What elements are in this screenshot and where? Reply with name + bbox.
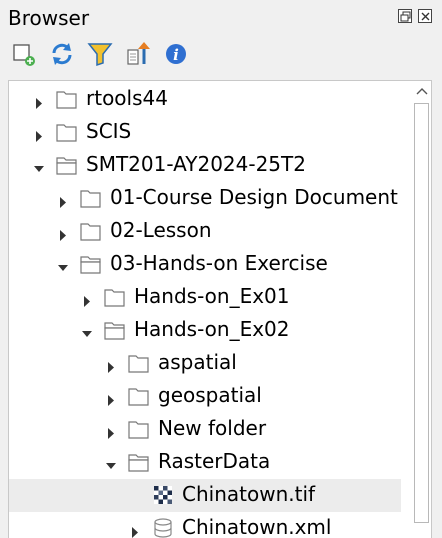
tree-item[interactable]: SCIS bbox=[9, 116, 401, 149]
float-panel-button[interactable] bbox=[398, 9, 412, 23]
tree-item[interactable]: 01-Course Design Document bbox=[9, 182, 401, 215]
folder-icon bbox=[127, 418, 151, 440]
svg-text:i: i bbox=[173, 46, 179, 64]
folder-open-icon bbox=[79, 253, 103, 275]
expand-arrow-icon[interactable] bbox=[130, 523, 140, 538]
tree-item-label: 03-Hands-on Exercise bbox=[110, 251, 328, 275]
expand-arrow-icon[interactable] bbox=[106, 424, 116, 439]
tree-item-label: Chinatown.tif bbox=[182, 482, 316, 506]
properties-button[interactable]: i bbox=[162, 40, 190, 68]
folder-icon bbox=[127, 352, 151, 374]
folder-icon bbox=[55, 88, 79, 110]
tree-item-label: rtools44 bbox=[86, 86, 168, 110]
browser-toolbar: i bbox=[0, 38, 442, 72]
expand-arrow-icon[interactable] bbox=[58, 193, 68, 208]
collapse-all-button[interactable] bbox=[124, 40, 152, 68]
tree-item[interactable]: aspatial bbox=[9, 347, 401, 380]
tree-item-label: Hands-on_Ex01 bbox=[134, 284, 290, 308]
tree-item[interactable]: rtools44 bbox=[9, 83, 401, 116]
collapse-arrow-icon[interactable] bbox=[58, 259, 68, 271]
tree-item-label: SCIS bbox=[86, 119, 132, 143]
expand-arrow-icon[interactable] bbox=[58, 226, 68, 241]
database-icon bbox=[151, 517, 175, 538]
restore-icon bbox=[400, 11, 411, 22]
add-layer-icon bbox=[13, 44, 35, 66]
collapse-arrow-icon[interactable] bbox=[34, 160, 44, 172]
tree-item-label: Hands-on_Ex02 bbox=[134, 317, 290, 341]
tree-item-label: 01-Course Design Document bbox=[110, 185, 398, 209]
tree-item-label: Chinatown.xml bbox=[182, 515, 332, 538]
folder-open-icon bbox=[103, 319, 127, 341]
scrollbar-thumb[interactable] bbox=[414, 103, 429, 523]
tree-item[interactable]: Chinatown.xml bbox=[9, 512, 401, 538]
vertical-scrollbar[interactable] bbox=[412, 81, 431, 538]
tree-item[interactable]: New folder bbox=[9, 413, 401, 446]
expand-arrow-icon[interactable] bbox=[34, 94, 44, 109]
tree-item[interactable]: Hands-on_Ex02 bbox=[9, 314, 401, 347]
expand-arrow-icon[interactable] bbox=[106, 391, 116, 406]
add-layer-button[interactable] bbox=[10, 40, 38, 68]
folder-icon bbox=[103, 286, 127, 308]
scroll-up-icon[interactable] bbox=[416, 87, 428, 95]
raster-layer-icon bbox=[151, 484, 175, 506]
filter-button[interactable] bbox=[86, 40, 114, 68]
collapse-all-icon bbox=[127, 42, 150, 65]
folder-open-icon bbox=[55, 154, 79, 176]
tree-item[interactable]: 03-Hands-on Exercise bbox=[9, 248, 401, 281]
browser-tree: rtools44 SCIS SMT201-AY2024-25T2 01-Course … bbox=[8, 80, 432, 538]
close-icon bbox=[421, 12, 430, 21]
info-icon: i bbox=[166, 44, 186, 64]
folder-icon bbox=[79, 220, 103, 242]
tree-item-label: New folder bbox=[158, 416, 267, 440]
tree-item-label: geospatial bbox=[158, 383, 262, 407]
refresh-icon bbox=[52, 43, 72, 65]
tree-item-label: aspatial bbox=[158, 350, 237, 374]
panel-title: Browser bbox=[8, 6, 90, 30]
expand-arrow-icon[interactable] bbox=[34, 127, 44, 142]
tree-item[interactable]: Hands-on_Ex01 bbox=[9, 281, 401, 314]
close-panel-button[interactable] bbox=[418, 9, 432, 23]
folder-icon bbox=[127, 385, 151, 407]
tree-item[interactable]: SMT201-AY2024-25T2 bbox=[9, 149, 401, 182]
folder-icon bbox=[55, 121, 79, 143]
tree-item[interactable]: 02-Lesson bbox=[9, 215, 401, 248]
folder-icon bbox=[79, 187, 103, 209]
tree-item-label: 02-Lesson bbox=[110, 218, 212, 242]
folder-open-icon bbox=[127, 451, 151, 473]
collapse-arrow-icon[interactable] bbox=[106, 457, 116, 469]
tree-item[interactable]: Chinatown.tif bbox=[9, 479, 401, 512]
tree-item-label: RasterData bbox=[158, 449, 271, 473]
collapse-arrow-icon[interactable] bbox=[82, 325, 92, 337]
refresh-button[interactable] bbox=[48, 40, 76, 68]
tree-item[interactable]: RasterData bbox=[9, 446, 401, 479]
expand-arrow-icon[interactable] bbox=[82, 292, 92, 307]
filter-icon bbox=[87, 43, 113, 67]
tree-item[interactable]: geospatial bbox=[9, 380, 401, 413]
tree-item-label: SMT201-AY2024-25T2 bbox=[86, 152, 306, 176]
expand-arrow-icon[interactable] bbox=[106, 358, 116, 373]
panel-titlebar: Browser bbox=[0, 0, 442, 36]
